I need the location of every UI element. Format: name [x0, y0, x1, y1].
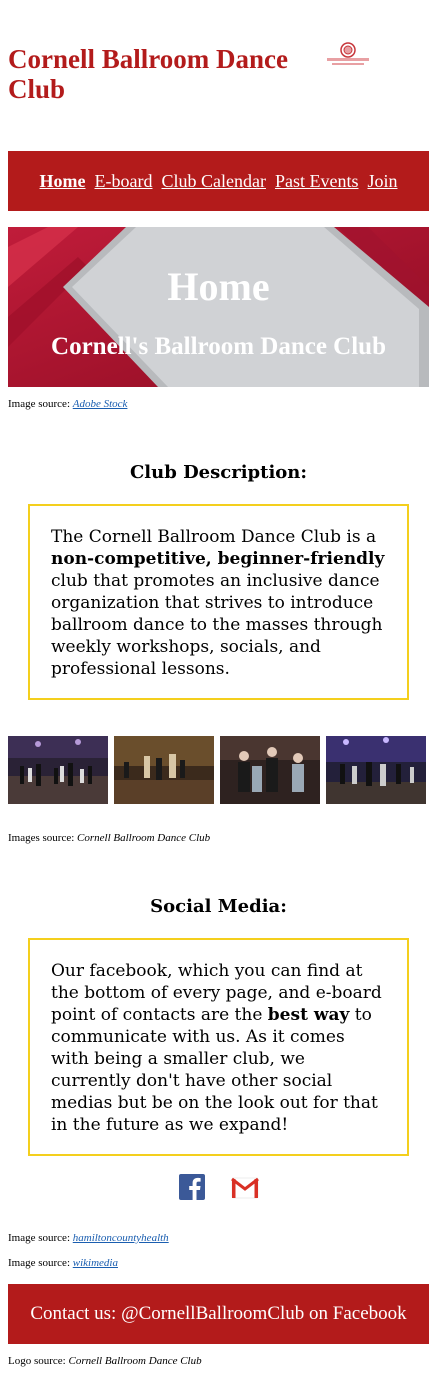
gallery-caption: Images source: Cornell Ballroom Dance Cl…: [8, 832, 211, 844]
hero-subtitle: Cornell's Ballroom Dance Club: [51, 333, 386, 360]
logo-caption: Logo source: Cornell Ballroom Dance Club: [8, 1355, 202, 1367]
nav-eboard[interactable]: E-board: [95, 171, 153, 192]
facebook-icon[interactable]: [179, 1174, 205, 1200]
nav-join[interactable]: Join: [367, 171, 397, 192]
site-header: Cornell Ballroom Dance Club: [8, 41, 429, 108]
social-media-box: Our facebook, which you can find at the …: [28, 938, 409, 1156]
site-title: Cornell Ballroom Dance Club: [8, 44, 288, 104]
hamiltoncountyhealth-link[interactable]: hamiltoncountyhealth: [73, 1232, 169, 1244]
gallery-photo[interactable]: [326, 736, 426, 804]
club-logo[interactable]: [324, 41, 372, 71]
gallery-photo[interactable]: [8, 736, 108, 804]
gmail-icon[interactable]: [231, 1176, 259, 1200]
club-description-box: The Cornell Ballroom Dance Club is a non…: [28, 504, 409, 700]
hero-banner: Home Cornell's Ballroom Dance Club: [8, 227, 429, 387]
gmail-icon-caption: Image source: wikimedia: [8, 1257, 118, 1269]
nav-club-calendar[interactable]: Club Calendar: [161, 171, 265, 192]
social-media-heading: Social Media:: [150, 896, 287, 917]
photo-gallery: [8, 736, 429, 804]
social-icons: [0, 1174, 437, 1202]
hero-title: Home: [167, 264, 270, 309]
club-description-heading: Club Description:: [129, 462, 308, 483]
gallery-photo[interactable]: [114, 736, 214, 804]
nav-past-events[interactable]: Past Events: [275, 171, 359, 192]
contact-footer[interactable]: Contact us: @CornellBallroomClub on Face…: [8, 1284, 429, 1344]
wikimedia-link[interactable]: wikimedia: [73, 1257, 118, 1269]
adobe-stock-link[interactable]: Adobe Stock: [73, 398, 128, 410]
facebook-icon-caption: Image source: hamiltoncountyhealth: [8, 1232, 169, 1244]
hero-image-caption: Image source: Adobe Stock: [8, 398, 128, 410]
main-nav: Home E-board Club Calendar Past Events J…: [8, 151, 429, 211]
nav-home[interactable]: Home: [40, 171, 86, 192]
gallery-photo[interactable]: [220, 736, 320, 804]
